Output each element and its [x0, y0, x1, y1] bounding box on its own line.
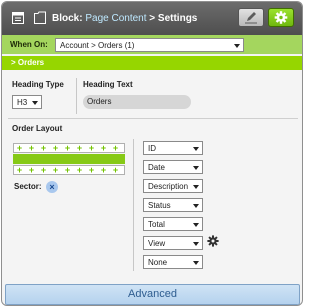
plus-icon[interactable]: +: [63, 166, 72, 175]
chevron-down-icon: [193, 185, 199, 189]
field-select-3[interactable]: Description: [143, 179, 203, 193]
plus-icon[interactable]: +: [51, 144, 60, 153]
sector-label: Sector:: [14, 182, 42, 191]
small-gear-icon[interactable]: [207, 235, 219, 247]
plus-icon[interactable]: +: [51, 166, 60, 175]
plus-icon[interactable]: +: [99, 144, 108, 153]
sector-bar[interactable]: [13, 154, 125, 164]
plus-icon[interactable]: +: [15, 144, 24, 153]
layout-divider: [133, 139, 134, 271]
advanced-button[interactable]: Advanced: [5, 284, 300, 305]
edit-button[interactable]: [238, 8, 264, 27]
plus-icon[interactable]: +: [111, 166, 120, 175]
plus-icon[interactable]: +: [39, 166, 48, 175]
plus-icon[interactable]: +: [63, 144, 72, 153]
field-value: View: [148, 239, 166, 248]
plus-icon[interactable]: +: [39, 144, 48, 153]
panel-title: Block: Page Content > Settings: [52, 13, 197, 24]
breadcrumb-text: > Orders: [11, 58, 45, 67]
chevron-down-icon: [193, 166, 199, 170]
field-value: Total: [148, 220, 165, 229]
plus-icon[interactable]: +: [27, 144, 36, 153]
pencil-icon: [245, 12, 257, 24]
layout-grid: + + + + + + + + + + + + + + + + + +: [13, 143, 125, 175]
title-suffix: > Settings: [149, 13, 198, 24]
when-on-label: When On:: [10, 40, 48, 49]
when-on-value: Account > Orders (1): [60, 41, 135, 50]
title-prefix: Block:: [52, 13, 83, 24]
chevron-down-icon: [32, 101, 38, 105]
page-icon: [34, 11, 46, 24]
heading-type-value: H3: [17, 98, 28, 107]
chevron-down-icon: [234, 44, 240, 48]
chevron-down-icon: [193, 147, 199, 151]
plus-icon[interactable]: +: [75, 166, 84, 175]
add-column-row-bottom: + + + + + + + + +: [13, 165, 125, 175]
when-on-select[interactable]: Account > Orders (1): [55, 38, 244, 52]
orders-breadcrumb[interactable]: > Orders: [2, 56, 302, 70]
heading-type-select[interactable]: H3: [12, 95, 42, 109]
settings-panel: Block: Page Content > Settings When On: …: [1, 1, 303, 306]
field-value: ID: [148, 144, 156, 153]
heading-type-label: Heading Type: [12, 80, 64, 89]
plus-icon[interactable]: +: [99, 166, 108, 175]
settings-gear-button[interactable]: [268, 8, 294, 27]
field-value: Date: [148, 163, 165, 172]
chevron-down-icon: [193, 261, 199, 265]
title-link[interactable]: Page Content: [85, 13, 146, 24]
plus-icon[interactable]: +: [27, 166, 36, 175]
plus-icon[interactable]: +: [111, 144, 120, 153]
heading-text-input[interactable]: Orders: [83, 95, 191, 109]
panel-header: Block: Page Content > Settings: [2, 2, 302, 35]
chevron-down-icon: [193, 223, 199, 227]
chevron-down-icon: [193, 204, 199, 208]
plus-icon[interactable]: +: [15, 166, 24, 175]
gear-icon: [274, 11, 288, 24]
field-select-2[interactable]: Date: [143, 160, 203, 174]
field-value: None: [148, 258, 168, 267]
plus-icon[interactable]: +: [87, 166, 96, 175]
field-value: Description: [148, 182, 189, 191]
plus-icon[interactable]: +: [75, 144, 84, 153]
field-select-7[interactable]: None: [143, 255, 203, 269]
order-layout-label: Order Layout: [12, 124, 63, 133]
field-select-6[interactable]: View: [143, 236, 203, 250]
when-on-bar: When On: Account > Orders (1): [2, 35, 302, 54]
calendar-icon: [12, 12, 24, 24]
close-icon[interactable]: ×: [46, 181, 58, 193]
field-select-4[interactable]: Status: [143, 198, 203, 212]
heading-text-label: Heading Text: [83, 80, 133, 89]
add-column-row-top: + + + + + + + + +: [13, 143, 125, 153]
field-value: Status: [148, 201, 171, 210]
field-select-5[interactable]: Total: [143, 217, 203, 231]
section-divider: [8, 118, 298, 119]
chevron-down-icon: [193, 242, 199, 246]
heading-divider: [76, 78, 77, 114]
plus-icon[interactable]: +: [87, 144, 96, 153]
field-select-1[interactable]: ID: [143, 141, 203, 155]
